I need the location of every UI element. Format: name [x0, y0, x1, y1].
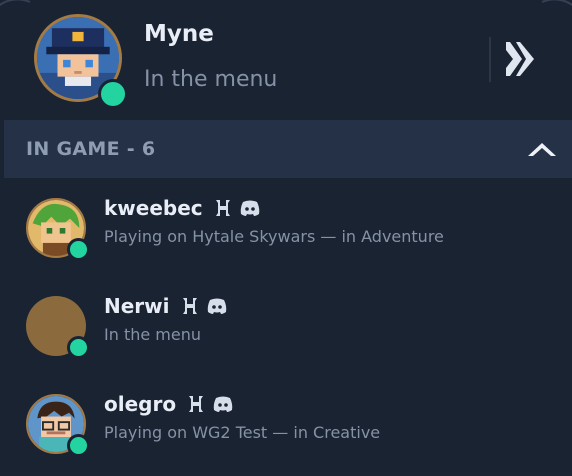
discord-icon — [240, 200, 259, 216]
online-status-indicator — [67, 434, 90, 457]
friend-name-row: kweebec — [104, 194, 261, 222]
current-user-status-text: In the menu — [144, 67, 278, 92]
friend-list-item[interactable]: kweebec Playing on Hytale Skywars — in A… — [0, 190, 572, 280]
hytale-icon — [215, 200, 230, 216]
hytale-icon — [182, 298, 197, 314]
friend-name-row: olegro — [104, 390, 234, 418]
hytale-icon — [189, 396, 204, 412]
friend-list-item[interactable]: Nerwi In the menu — [0, 288, 572, 378]
friend-activity: In the menu — [104, 325, 201, 344]
current-user-name: Myne — [144, 21, 214, 47]
friend-name: Nerwi — [104, 294, 170, 318]
chevron-up-icon[interactable] — [526, 140, 558, 158]
friend-name: olegro — [104, 392, 177, 416]
friend-name: kweebec — [104, 196, 203, 220]
friend-name-row: Nerwi — [104, 292, 228, 320]
in-game-section-header[interactable]: IN GAME - 6 — [4, 120, 572, 178]
friend-activity: Playing on WG2 Test — in Creative — [104, 423, 381, 442]
discord-icon — [213, 396, 233, 412]
online-status-indicator — [67, 336, 90, 359]
friend-list-item[interactable]: olegro Playing on WG2 Test — in Creative — [0, 386, 572, 476]
friend-activity: Playing on Hytale Skywars — in Adventure — [104, 227, 444, 246]
friends-panel: Myne In the menu IN GAME - 6 kweebec Pla… — [0, 0, 572, 473]
online-status-indicator — [67, 238, 90, 261]
online-status-indicator — [98, 79, 128, 109]
expand-panel-icon[interactable] — [504, 38, 540, 80]
discord-icon — [207, 298, 226, 314]
section-title: IN GAME - 6 — [26, 138, 156, 160]
current-user-card[interactable]: Myne In the menu — [0, 0, 572, 118]
header-divider — [489, 37, 491, 82]
